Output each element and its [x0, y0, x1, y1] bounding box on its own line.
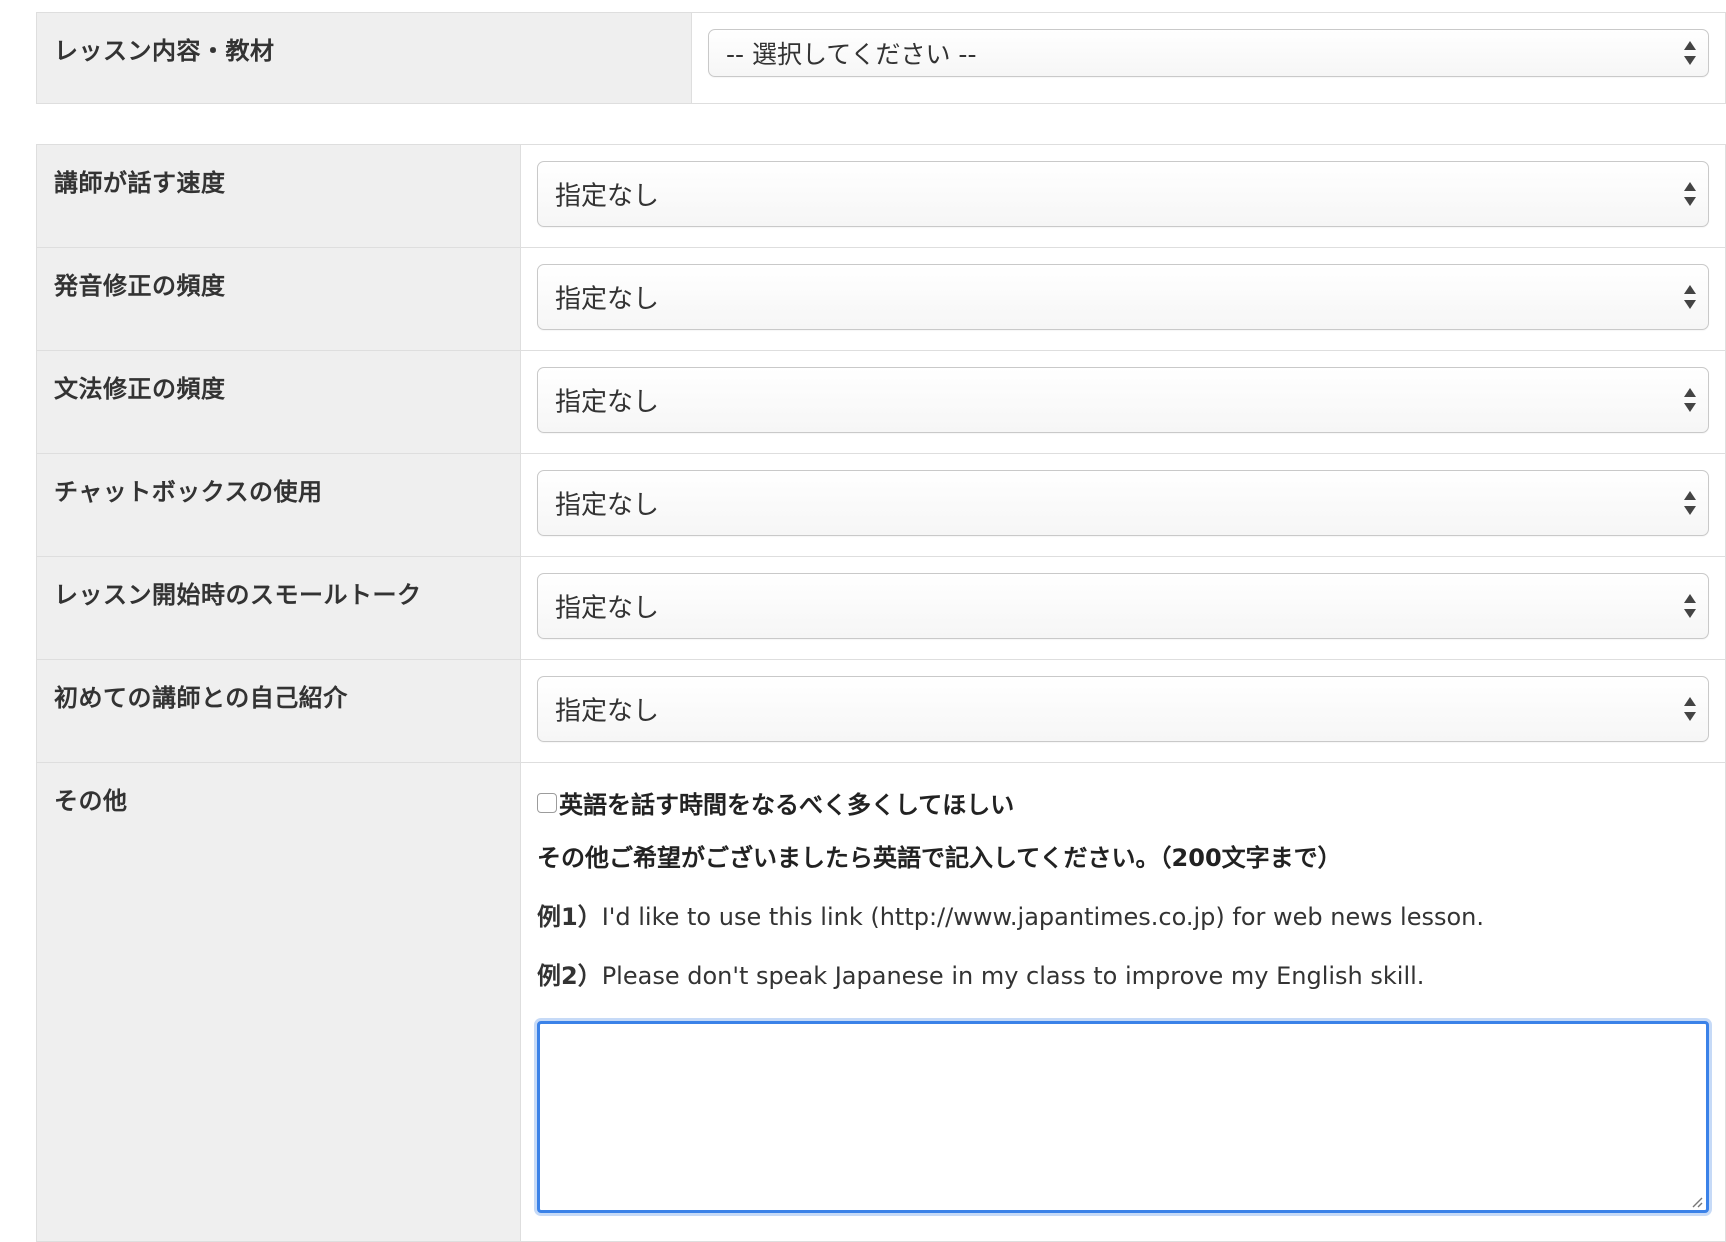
lesson-content-label: レッスン内容・教材 — [36, 12, 692, 104]
select-updown-arrows-icon — [1683, 487, 1697, 519]
pref-select-pronunciation[interactable]: 指定なし — [537, 264, 1709, 330]
more-english-checkbox-label[interactable]: 英語を話す時間をなるべく多くしてほしい — [559, 785, 1014, 820]
pref-select-grammar[interactable]: 指定なし — [537, 367, 1709, 433]
pref-label-smalltalk: レッスン開始時のスモールトーク — [36, 556, 521, 660]
pref-select-smalltalk[interactable]: 指定なし — [537, 573, 1709, 639]
pref-label-other: その他 — [36, 762, 521, 1242]
pref-row-self-intro: 初めての講師との自己紹介 指定なし — [36, 659, 1726, 763]
example-1-text: I'd like to use this link (http://www.ja… — [601, 903, 1484, 931]
lesson-content-select-value: -- 選択してください -- — [726, 40, 977, 69]
pref-row-chatbox: チャットボックスの使用 指定なし — [36, 453, 1726, 557]
example-1: 例1）I'd like to use this link (http://www… — [537, 897, 1709, 932]
pref-row-pronunciation: 発音修正の頻度 指定なし — [36, 247, 1726, 351]
pref-row-speed: 講師が話す速度 指定なし — [36, 144, 1726, 248]
pref-cell-smalltalk: 指定なし — [520, 556, 1726, 660]
pref-select-self-intro[interactable]: 指定なし — [537, 676, 1709, 742]
example-1-prefix: 例1） — [537, 903, 602, 931]
example-2-prefix: 例2） — [537, 962, 602, 990]
select-updown-arrows-icon — [1683, 384, 1697, 416]
pref-select-speed[interactable]: 指定なし — [537, 161, 1709, 227]
pref-select-value: 指定なし — [555, 696, 660, 727]
pref-select-value: 指定なし — [555, 593, 660, 624]
more-english-checkbox-row[interactable]: 英語を話す時間をなるべく多くしてほしい — [537, 785, 1709, 820]
pref-cell-other: 英語を話す時間をなるべく多くしてほしい その他ご希望がございましたら英語で記入し… — [520, 762, 1726, 1242]
pref-select-value: 指定なし — [555, 181, 660, 212]
example-2-text: Please don't speak Japanese in my class … — [601, 962, 1425, 990]
resize-grip-icon[interactable] — [1689, 1193, 1703, 1208]
pref-label-speed: 講師が話す速度 — [36, 144, 521, 248]
pref-row-grammar: 文法修正の頻度 指定なし — [36, 350, 1726, 454]
pref-label-grammar: 文法修正の頻度 — [36, 350, 521, 454]
lesson-content-select[interactable]: -- 選択してください -- — [708, 29, 1709, 77]
select-updown-arrows-icon — [1683, 178, 1697, 210]
pref-label-self-intro: 初めての講師との自己紹介 — [36, 659, 521, 763]
pref-cell-grammar: 指定なし — [520, 350, 1726, 454]
select-updown-arrows-icon — [1683, 693, 1697, 725]
other-instruction: その他ご希望がございましたら英語で記入してください。（200文字まで） — [537, 844, 1342, 872]
pref-row-other: その他 英語を話す時間をなるべく多くしてほしい その他ご希望がございましたら英語… — [36, 762, 1726, 1242]
pref-cell-chatbox: 指定なし — [520, 453, 1726, 557]
pref-row-smalltalk: レッスン開始時のスモールトーク 指定なし — [36, 556, 1726, 660]
pref-cell-speed: 指定なし — [520, 144, 1726, 248]
pref-select-value: 指定なし — [555, 284, 660, 315]
select-updown-arrows-icon — [1683, 281, 1697, 313]
pref-cell-pronunciation: 指定なし — [520, 247, 1726, 351]
pref-cell-self-intro: 指定なし — [520, 659, 1726, 763]
lesson-content-cell: -- 選択してください -- — [691, 12, 1726, 104]
example-2: 例2）Please don't speak Japanese in my cla… — [537, 956, 1709, 991]
preferences-table: 講師が話す速度 指定なし 発音修正の頻度 指定なし 文法修正の頻度 指定なし チ… — [36, 144, 1726, 1242]
other-requests-textarea[interactable] — [537, 1021, 1709, 1213]
pref-select-value: 指定なし — [555, 387, 660, 418]
pref-select-chatbox[interactable]: 指定なし — [537, 470, 1709, 536]
pref-label-chatbox: チャットボックスの使用 — [36, 453, 521, 557]
pref-select-value: 指定なし — [555, 490, 660, 521]
lesson-content-row: レッスン内容・教材 -- 選択してください -- — [36, 12, 1726, 104]
more-english-checkbox[interactable] — [537, 792, 557, 813]
select-updown-arrows-icon — [1683, 37, 1697, 69]
pref-label-pronunciation: 発音修正の頻度 — [36, 247, 521, 351]
lesson-content-table: レッスン内容・教材 -- 選択してください -- — [36, 12, 1726, 104]
select-updown-arrows-icon — [1683, 590, 1697, 622]
